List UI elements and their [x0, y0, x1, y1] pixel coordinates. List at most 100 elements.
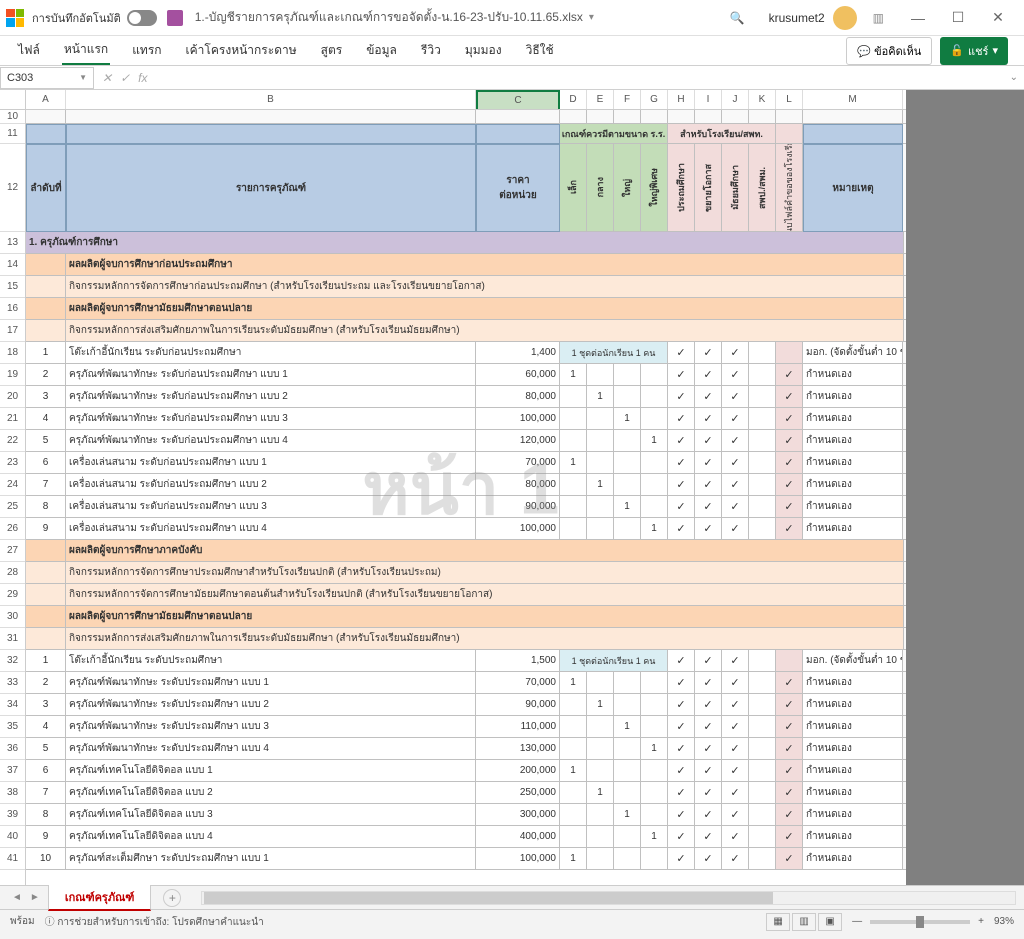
- cell[interactable]: แนบไฟล์คำขอของโรงเรียน: [776, 144, 803, 232]
- cell[interactable]: กำหนดเอง: [803, 760, 903, 782]
- cell[interactable]: ✓: [722, 342, 749, 364]
- cell[interactable]: [614, 452, 641, 474]
- cell[interactable]: ✓: [776, 518, 803, 540]
- file-name[interactable]: 1.-บัญชีรายการครุภัณฑ์และเกณฑ์การขอจัดตั…: [195, 8, 583, 27]
- column-header[interactable]: I: [695, 90, 722, 109]
- cell[interactable]: 1 ชุดต่อนักเรียน 1 คน: [560, 342, 668, 364]
- ribbon-tab[interactable]: ไฟล์: [16, 37, 42, 64]
- row-header[interactable]: 27: [0, 540, 25, 562]
- cell[interactable]: ✓: [695, 738, 722, 760]
- cell[interactable]: [587, 452, 614, 474]
- cell[interactable]: [560, 826, 587, 848]
- cell[interactable]: ✓: [776, 804, 803, 826]
- cell[interactable]: ✓: [722, 474, 749, 496]
- cell[interactable]: ครุภัณฑ์เทคโนโลยีดิจิตอล แบบ 1: [66, 760, 476, 782]
- row-header[interactable]: 26: [0, 518, 25, 540]
- cell[interactable]: ✓: [722, 760, 749, 782]
- row-header[interactable]: 31: [0, 628, 25, 650]
- cell[interactable]: ✓: [695, 804, 722, 826]
- cell[interactable]: ✓: [722, 782, 749, 804]
- cell[interactable]: กำหนดเอง: [803, 672, 903, 694]
- cell[interactable]: [560, 694, 587, 716]
- cell[interactable]: ✓: [695, 694, 722, 716]
- cell[interactable]: 1: [587, 474, 614, 496]
- cell[interactable]: [641, 760, 668, 782]
- row-header[interactable]: 10: [0, 110, 25, 124]
- accessibility-status[interactable]: ⓘ การช่วยสำหรับการเข้าถึง: โปรดศึกษาคำแน…: [45, 913, 264, 930]
- cell[interactable]: 2: [26, 364, 66, 386]
- share-button[interactable]: 🔓 แชร์ ▾: [940, 37, 1008, 65]
- cell[interactable]: [749, 518, 776, 540]
- cell[interactable]: [587, 672, 614, 694]
- avatar[interactable]: [833, 6, 857, 30]
- cell[interactable]: ลำดับที่: [26, 144, 66, 232]
- cell[interactable]: ครุภัณฑ์พัฒนาทักษะ ระดับก่อนประถมศึกษา แ…: [66, 408, 476, 430]
- cell[interactable]: ✓: [776, 364, 803, 386]
- cell[interactable]: 100,000: [476, 518, 560, 540]
- cell[interactable]: ✓: [776, 430, 803, 452]
- cell[interactable]: 1,500: [476, 650, 560, 672]
- column-header[interactable]: M: [803, 90, 903, 109]
- cell[interactable]: รายการครุภัณฑ์: [66, 144, 476, 232]
- cell[interactable]: ผลผลิตผู้จบการศึกษามัธยมศึกษาตอนปลาย: [66, 298, 904, 320]
- cell[interactable]: [614, 672, 641, 694]
- cell[interactable]: ✓: [668, 738, 695, 760]
- enter-formula-icon[interactable]: ✓: [120, 71, 130, 85]
- cell[interactable]: ผลผลิตผู้จบการศึกษาภาคบังคับ: [66, 540, 904, 562]
- cell[interactable]: ✓: [722, 496, 749, 518]
- cell[interactable]: [614, 782, 641, 804]
- cell[interactable]: 100,000: [476, 848, 560, 870]
- cell[interactable]: 1: [587, 782, 614, 804]
- cell[interactable]: 1: [560, 452, 587, 474]
- cell[interactable]: [476, 110, 560, 124]
- cell[interactable]: [641, 672, 668, 694]
- filename-dropdown-icon[interactable]: ▾: [589, 12, 594, 23]
- cell[interactable]: ครุภัณฑ์พัฒนาทักษะ ระดับก่อนประถมศึกษา แ…: [66, 364, 476, 386]
- cell[interactable]: ✓: [668, 826, 695, 848]
- cell[interactable]: [641, 452, 668, 474]
- cell[interactable]: 1,400: [476, 342, 560, 364]
- ribbon-tab[interactable]: หน้าแรก: [62, 36, 110, 65]
- cell[interactable]: [26, 320, 66, 342]
- cell[interactable]: [26, 562, 66, 584]
- cell[interactable]: [614, 760, 641, 782]
- cell[interactable]: [749, 650, 776, 672]
- cell[interactable]: ✓: [668, 694, 695, 716]
- cell[interactable]: [776, 124, 803, 144]
- cell[interactable]: 1: [560, 848, 587, 870]
- cell[interactable]: [26, 254, 66, 276]
- cell[interactable]: 90,000: [476, 496, 560, 518]
- cell[interactable]: มอก. (จัดตั้งขั้นต่ำ 10 ชุด): [803, 650, 903, 672]
- cell[interactable]: [587, 430, 614, 452]
- cell[interactable]: ✓: [668, 386, 695, 408]
- cell[interactable]: ✓: [776, 848, 803, 870]
- select-all-corner[interactable]: [0, 90, 25, 110]
- row-header[interactable]: 11: [0, 124, 25, 144]
- cell[interactable]: [587, 518, 614, 540]
- cell[interactable]: [803, 124, 903, 144]
- cell[interactable]: มัธยมศึกษา: [722, 144, 749, 232]
- cell[interactable]: กำหนดเอง: [803, 386, 903, 408]
- cell[interactable]: 1: [560, 760, 587, 782]
- cell[interactable]: ✓: [695, 474, 722, 496]
- cell[interactable]: [614, 430, 641, 452]
- cell[interactable]: [560, 738, 587, 760]
- cell[interactable]: 1: [560, 672, 587, 694]
- cell[interactable]: ✓: [722, 408, 749, 430]
- cell[interactable]: [749, 804, 776, 826]
- cell[interactable]: ✓: [722, 848, 749, 870]
- cell[interactable]: ✓: [695, 386, 722, 408]
- cell[interactable]: ✓: [668, 804, 695, 826]
- cell[interactable]: [587, 716, 614, 738]
- cell[interactable]: ✓: [695, 496, 722, 518]
- cell[interactable]: หมายเหตุ: [803, 144, 903, 232]
- cell[interactable]: 1: [26, 650, 66, 672]
- cell[interactable]: [587, 496, 614, 518]
- cell[interactable]: 1: [560, 364, 587, 386]
- row-header[interactable]: 39: [0, 804, 25, 826]
- cell[interactable]: [560, 518, 587, 540]
- expand-formula-icon[interactable]: ⌄: [1004, 72, 1024, 83]
- sheet-nav-prev-icon[interactable]: ◄: [8, 892, 26, 903]
- cell[interactable]: [641, 496, 668, 518]
- cell[interactable]: ✓: [695, 342, 722, 364]
